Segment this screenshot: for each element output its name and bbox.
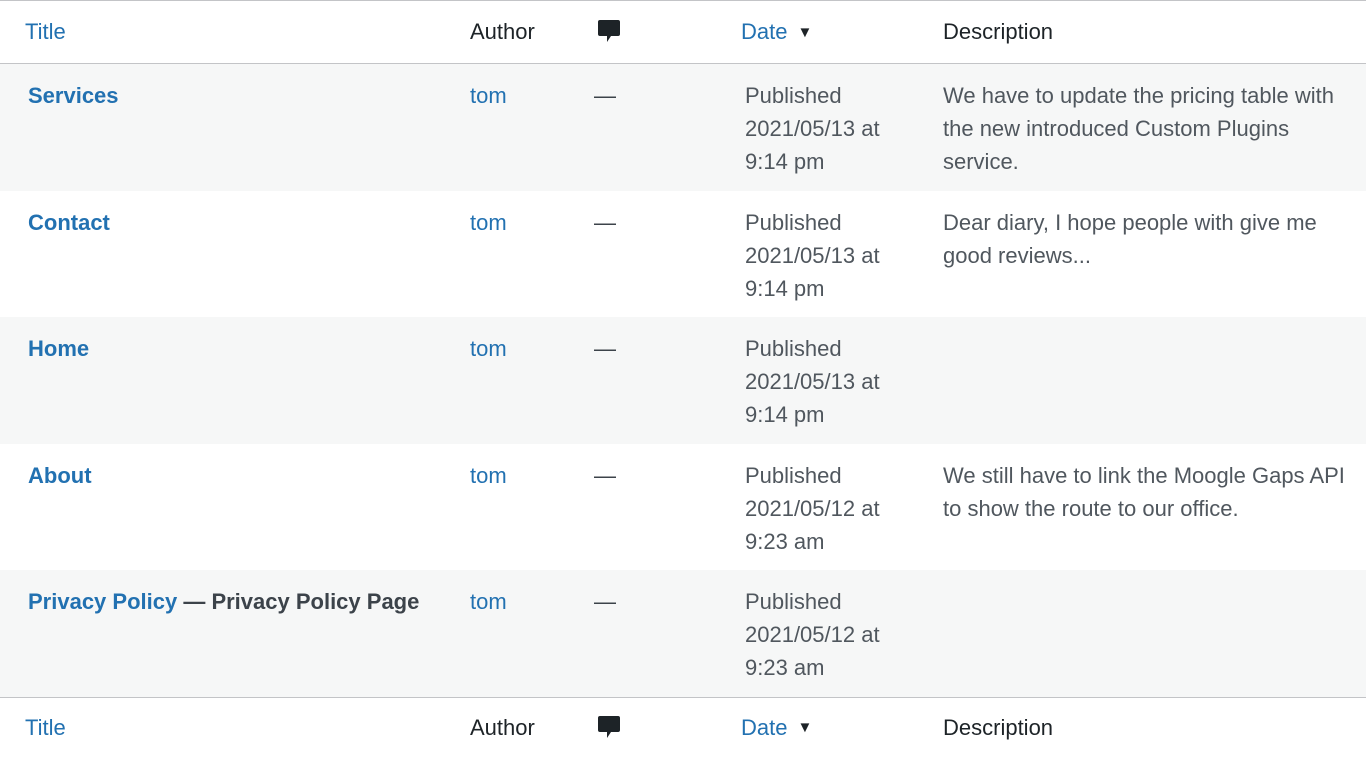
table-row: Home tom — Published 2021/05/13 at 9:14 … (0, 317, 1366, 444)
row-date-time: 9:14 pm (745, 402, 825, 427)
row-title-cell: Privacy Policy — Privacy Policy Page (28, 585, 428, 618)
row-title-cell: Home (28, 332, 428, 365)
comment-bubble-icon (598, 715, 620, 738)
row-post-state: — Privacy Policy Page (177, 589, 420, 614)
column-header-date[interactable]: Date ▼ (741, 1, 812, 63)
column-footer-date-label: Date (741, 714, 788, 740)
row-title-link[interactable]: Contact (28, 210, 110, 235)
column-header-author: Author (470, 19, 535, 44)
column-footer-description: Description (943, 714, 1054, 740)
row-date: Published 2021/05/12 at 9:23 am (745, 585, 915, 684)
row-description: We have to update the pricing table with… (943, 83, 1334, 174)
row-date-status: Published (745, 589, 842, 614)
row-date-value: 2021/05/13 at (745, 116, 880, 141)
row-date-value: 2021/05/12 at (745, 622, 880, 647)
row-date-value: 2021/05/12 at (745, 495, 880, 521)
column-header-description: Description (943, 19, 1054, 44)
row-comments-count: — (594, 462, 616, 488)
sort-descending-icon: ▼ (797, 719, 813, 736)
row-date-status: Published (745, 83, 842, 108)
table-row: Privacy Policy — Privacy Policy Page tom… (0, 570, 1366, 697)
row-title-cell: Contact (28, 206, 428, 239)
sort-descending-icon: ▼ (797, 23, 813, 41)
table-header-row: Title Author Date ▼ Description (0, 1, 1366, 64)
row-author-link[interactable]: tom (470, 459, 507, 492)
row-title-link[interactable]: About (28, 463, 92, 488)
row-author-link[interactable]: tom (470, 206, 507, 239)
row-author-link[interactable]: tom (470, 79, 507, 112)
column-footer-author: Author (470, 714, 535, 740)
table-footer-row: Title Author Date ▼ Description (0, 696, 1366, 758)
row-title-link[interactable]: Home (28, 336, 89, 361)
row-title-cell: About (28, 459, 428, 492)
row-date-time: 9:23 am (745, 655, 825, 680)
column-header-comments (596, 1, 622, 63)
column-footer-comments (596, 698, 622, 758)
row-title-link[interactable]: Privacy Policy (28, 589, 177, 614)
pages-list-table: Title Author Date ▼ Description Services… (0, 0, 1366, 768)
row-description: We still have to link the Moogle Gaps AP… (943, 462, 1345, 521)
row-comments-count: — (594, 83, 616, 108)
row-date-status: Published (745, 336, 842, 361)
row-description: Dear diary, I hope people with give me g… (943, 209, 1317, 268)
row-date: Published 2021/05/13 at 9:14 pm (745, 332, 915, 431)
row-date: Published 2021/05/12 at 9:23 am (745, 459, 915, 558)
row-comments-count: — (594, 209, 616, 235)
column-footer-date[interactable]: Date ▼ (741, 698, 812, 758)
row-date-status: Published (745, 209, 842, 235)
row-date: Published 2021/05/13 at 9:14 pm (745, 79, 915, 178)
row-date-time: 9:14 pm (745, 149, 825, 174)
row-date: Published 2021/05/13 at 9:14 pm (745, 206, 915, 305)
column-header-title[interactable]: Title (25, 1, 66, 63)
column-footer-title[interactable]: Title (25, 698, 66, 758)
row-comments-count: — (594, 589, 616, 614)
table-row: Contact tom — Published 2021/05/13 at 9:… (0, 191, 1366, 318)
row-author-link[interactable]: tom (470, 332, 507, 365)
row-title-link[interactable]: Services (28, 83, 119, 108)
row-date-time: 9:23 am (745, 528, 825, 554)
row-date-time: 9:14 pm (745, 275, 825, 301)
row-title-cell: Services (28, 79, 428, 112)
table-row: Services tom — Published 2021/05/13 at 9… (0, 64, 1366, 191)
row-author-link[interactable]: tom (470, 585, 507, 618)
table-row: About tom — Published 2021/05/12 at 9:23… (0, 444, 1366, 571)
comment-bubble-icon (598, 20, 620, 42)
row-date-value: 2021/05/13 at (745, 242, 880, 268)
row-comments-count: — (594, 336, 616, 361)
column-header-date-label: Date (741, 19, 788, 44)
row-date-status: Published (745, 462, 842, 488)
row-date-value: 2021/05/13 at (745, 369, 880, 394)
